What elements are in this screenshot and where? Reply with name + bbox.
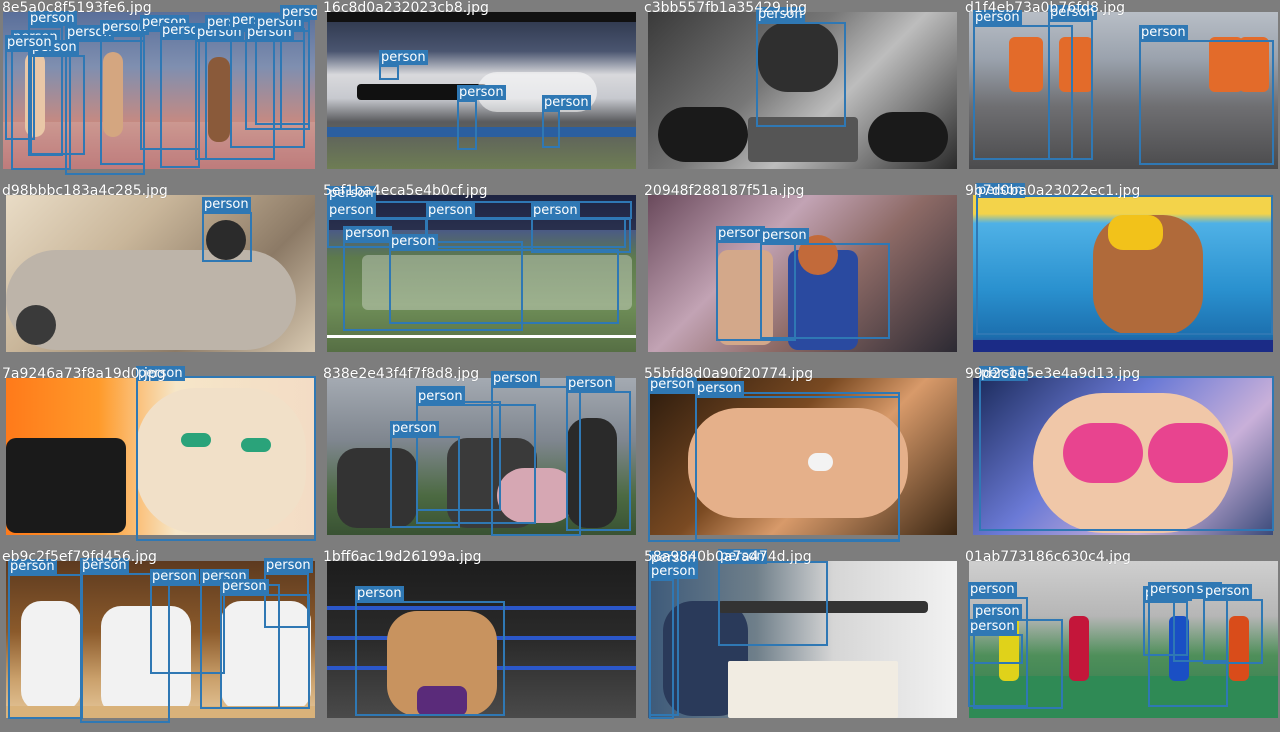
image-tile-holding-hands-ring[interactable]: 55bfd8d0a90f20774.jpg person person	[642, 366, 959, 546]
detection-label: person	[531, 203, 580, 218]
detection-label: person	[5, 35, 54, 50]
detection-box	[968, 634, 1023, 664]
photo-vintage-car	[6, 195, 315, 352]
detection-box	[566, 391, 631, 531]
scene-shape	[973, 340, 1273, 352]
detection-label: person	[355, 586, 404, 601]
image-tile-gym-students[interactable]: 01ab773186c630c4.jpg person person person pe…	[963, 549, 1280, 729]
detection-box	[389, 249, 619, 324]
detection-label: person	[968, 619, 1017, 634]
image-filename: 9b7d0ba0a23022ec1.jpg	[965, 183, 1141, 199]
image-filename: 5ef1ba4eca5e4b0cf.jpg	[323, 183, 488, 199]
detection-label: person	[566, 376, 615, 391]
scene-shape	[327, 335, 636, 338]
detection-box	[202, 212, 252, 262]
detection-box	[8, 574, 83, 719]
detection-label: person	[760, 228, 809, 243]
image-filename: 7a9246a73f8a19d0.jpg	[2, 366, 166, 382]
scene-shape	[6, 438, 126, 533]
image-tile-sprinters-track[interactable]: 8e5a0c8f5193fe6.jpg person person person per…	[0, 0, 317, 180]
detection-box	[457, 100, 477, 150]
detection-box	[695, 396, 900, 541]
scene-shape	[658, 107, 748, 162]
detection-label: person	[695, 381, 744, 396]
image-tile-dragster-race[interactable]: 16c8d0a232023cb8.jpg person person person	[321, 0, 638, 180]
scene-shape	[16, 305, 56, 345]
image-tile-girl-pink-sunglasses[interactable]: 99d2c1e5e3e4a9d13.jpg person	[963, 366, 1280, 546]
detection-mosaic: 8e5a0c8f5193fe6.jpg person person person per…	[0, 0, 1280, 732]
detection-label: person	[1203, 584, 1252, 599]
detection-label: person	[973, 604, 1022, 619]
detection-box	[379, 65, 399, 80]
detection-box	[542, 110, 560, 148]
image-filename: 20948f288187f51a.jpg	[644, 183, 805, 199]
detection-box	[979, 376, 1274, 531]
scene-shape	[1069, 616, 1089, 681]
image-filename: 55bfd8d0a90f20774.jpg	[644, 366, 814, 382]
image-filename: 16c8d0a232023cb8.jpg	[323, 0, 489, 16]
image-filename: d98bbbc183a4c285.jpg	[2, 183, 168, 199]
detection-label: person	[426, 203, 475, 218]
image-filename: 99d2c1e5e3e4a9d13.jpg	[965, 366, 1141, 382]
detection-box	[264, 573, 309, 628]
detection-box	[1148, 597, 1228, 707]
detection-box	[531, 218, 631, 253]
detection-box	[976, 195, 1273, 335]
detection-label: person	[343, 226, 392, 241]
detection-label: person	[968, 582, 1017, 597]
detection-box	[136, 376, 316, 541]
image-filename: 58a9840b0a7a474d.jpg	[644, 549, 812, 565]
detection-box	[30, 55, 85, 155]
detection-label: person	[264, 558, 313, 573]
detection-label: person	[220, 579, 269, 594]
detection-label: person	[716, 226, 765, 241]
detection-label: person	[416, 389, 465, 404]
image-filename: 01ab773186c630c4.jpg	[965, 549, 1131, 565]
detection-box	[1048, 20, 1093, 160]
image-filename: 838e2e43f4f7f8d8.jpg	[323, 366, 480, 382]
detection-box	[756, 22, 846, 127]
scene-shape	[868, 112, 948, 162]
detection-label: person	[457, 85, 506, 100]
detection-box	[718, 561, 828, 646]
image-filename: d1f4eb73a0b76fd8.jpg	[965, 0, 1125, 16]
image-tile-boxing-kid[interactable]: 1bff6ac19d26199a.jpg person	[321, 549, 638, 729]
image-tile-paintball[interactable]: 838e2e43f4f7f8d8.jpg person person person pe…	[321, 366, 638, 546]
image-tile-rifle-shooter[interactable]: 58a9840b0a7a474d.jpg person person person	[642, 549, 959, 729]
image-tile-couple-window[interactable]: 20948f288187f51a.jpg person person	[642, 183, 959, 363]
detection-label: person	[649, 564, 698, 579]
detection-label: person	[327, 203, 376, 218]
detection-box	[160, 38, 200, 168]
image-filename: c3bb557fb1a35429.jpg	[644, 0, 808, 16]
detection-box	[355, 601, 505, 716]
image-tile-karate[interactable]: eb9c2f5ef79fd456.jpg person person person pe…	[0, 549, 317, 729]
detection-label: person	[1139, 25, 1188, 40]
image-tile-workers-hi-vis[interactable]: d1f4eb73a0b76fd8.jpg person person person	[963, 0, 1280, 180]
image-tile-swimmer[interactable]: 9b7d0ba0a23022ec1.jpg person	[963, 183, 1280, 363]
image-filename: 1bff6ac19d26199a.jpg	[323, 549, 482, 565]
image-tile-vintage-car[interactable]: d98bbbc183a4c285.jpg person	[0, 183, 317, 363]
detection-label: person	[379, 50, 428, 65]
scene-shape	[728, 661, 898, 718]
image-tile-dj-turntables[interactable]: c3bb557fb1a35429.jpg person	[642, 0, 959, 180]
detection-label: person	[390, 421, 439, 436]
detection-label: person	[280, 5, 317, 20]
image-tile-football-stadium[interactable]: 5ef1ba4eca5e4b0cf.jpg person person person p…	[321, 183, 638, 363]
scene-shape	[327, 127, 636, 137]
detection-box	[1139, 40, 1274, 165]
image-filename: 8e5a0c8f5193fe6.jpg	[2, 0, 152, 16]
detection-label: person	[150, 569, 199, 584]
detection-label: person	[389, 234, 438, 249]
detection-label: person	[1148, 582, 1197, 597]
detection-box	[5, 50, 35, 140]
detection-box	[760, 243, 890, 339]
image-tile-illustration-woman[interactable]: 7a9246a73f8a19d0.jpg person	[0, 366, 317, 546]
detection-label: person	[542, 95, 591, 110]
detection-label: person	[491, 371, 540, 386]
detection-box	[649, 579, 674, 719]
image-filename: eb9c2f5ef79fd456.jpg	[2, 549, 157, 565]
detection-label: person	[202, 197, 251, 212]
detection-box	[100, 35, 145, 165]
